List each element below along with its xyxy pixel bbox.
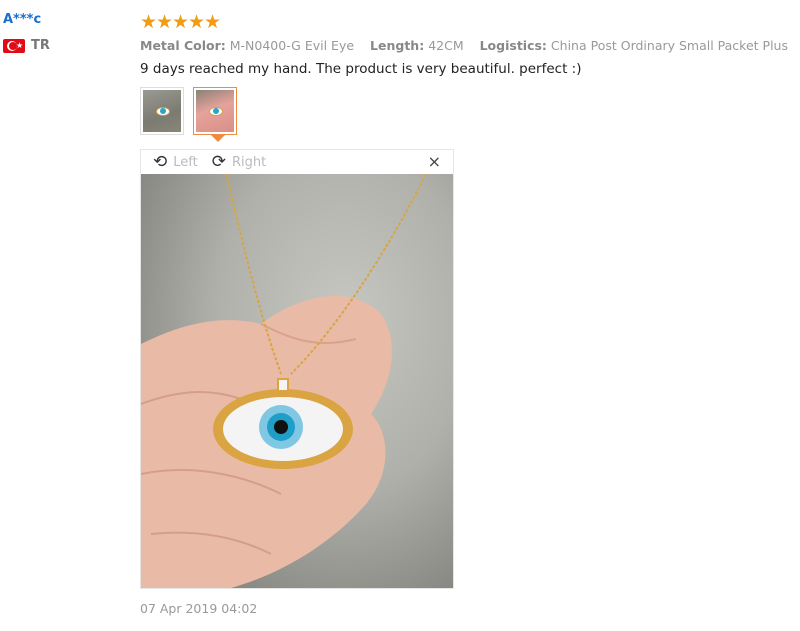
review-thumbnail-selected[interactable] [193, 87, 237, 142]
reviewer-country: ★ TR [3, 38, 50, 53]
close-icon[interactable]: × [428, 154, 441, 170]
attribute-key: Metal Color: [140, 38, 226, 53]
thumbnail-image [196, 90, 234, 132]
rotate-left-label: Left [173, 154, 198, 170]
review-date: 07 Apr 2019 04:02 [140, 601, 258, 616]
attribute-value: M-N0400-G Evil Eye [229, 38, 355, 53]
rotate-left-icon: ⟲ [153, 152, 168, 172]
review-thumbnails [140, 87, 800, 142]
reviewer-name[interactable]: A***c [3, 12, 50, 27]
attribute-key: Length: [370, 38, 425, 53]
turkey-flag-icon: ★ [3, 38, 25, 53]
product-attributes: Metal Color: M-N0400-G Evil Eye Length: … [140, 38, 800, 53]
thumbnail-image [143, 90, 181, 132]
review-content: ★ ★ ★ ★ ★ Metal Color: M-N0400-G Evil Ey… [140, 12, 800, 616]
attribute-value: 42CM [428, 38, 464, 53]
star-rating: ★ ★ ★ ★ ★ [140, 12, 800, 32]
necklace-photo-illustration [141, 174, 427, 588]
rotate-right-label: Right [231, 154, 267, 170]
rotate-right-icon: ⟳ [211, 152, 226, 172]
attribute-value: China Post Ordinary Small Packet Plus [550, 38, 788, 53]
star-icon: ★ [188, 11, 206, 33]
rotate-left-button[interactable]: ⟲ Left [153, 153, 198, 171]
attribute-key: Logistics: [479, 38, 547, 53]
star-icon: ★ [172, 11, 190, 33]
reviewer-info: A***c ★ TR [3, 12, 50, 53]
review-thumbnail[interactable] [140, 87, 184, 135]
star-icon: ★ [204, 11, 222, 33]
country-code: TR [31, 38, 50, 53]
image-viewer: ⟲ Left ⟳ Right × [140, 149, 454, 589]
star-icon: ★ [156, 11, 174, 33]
review-photo [141, 174, 453, 588]
star-icon: ★ [140, 11, 158, 33]
rotate-right-button[interactable]: ⟳ Right [212, 153, 266, 171]
review-text: 9 days reached my hand. The product is v… [140, 61, 582, 77]
viewer-toolbar: ⟲ Left ⟳ Right × [141, 150, 453, 174]
